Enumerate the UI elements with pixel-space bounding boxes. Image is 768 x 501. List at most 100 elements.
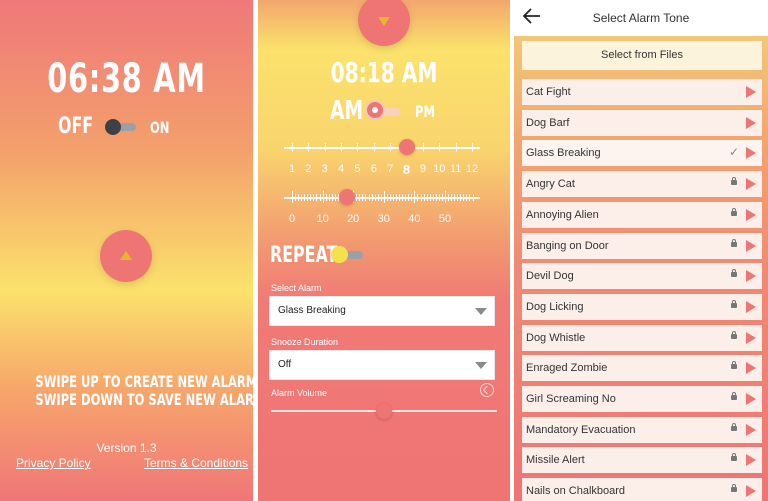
- minute-tick: [399, 194, 401, 201]
- play-icon[interactable]: [746, 116, 756, 129]
- minute-tick-label: 10: [316, 213, 329, 225]
- hour-tick: [472, 143, 473, 152]
- tone-list-item[interactable]: Banging on Door: [522, 232, 762, 259]
- chevron-down-icon: [475, 308, 487, 315]
- lock-icon: [731, 330, 737, 339]
- minute-tick: [414, 191, 416, 203]
- minute-tick: [426, 194, 428, 201]
- minute-tick: [368, 194, 370, 201]
- alarm-on-off-toggle-row: OFF ON: [0, 114, 253, 140]
- lock-icon: [731, 269, 737, 278]
- tone-name: Annoying Alien: [526, 208, 599, 221]
- chevron-down-icon: [475, 362, 487, 369]
- play-icon[interactable]: [746, 208, 756, 221]
- alarm-home-screen: 06:38 AM OFF ON SWIPE UP TO CREATE NEW A…: [0, 0, 253, 501]
- tone-list-item[interactable]: Glass Breaking ✓: [522, 140, 762, 167]
- play-icon[interactable]: [746, 423, 756, 436]
- alarm-volume-label: Alarm Volume: [271, 388, 328, 398]
- play-icon[interactable]: [746, 485, 756, 498]
- minute-tick: [448, 194, 450, 201]
- chevron-down-icon: [378, 17, 390, 26]
- tone-list-item[interactable]: Nails on Chalkboard: [522, 478, 762, 501]
- minute-tick: [295, 194, 297, 201]
- alarm-toggle-knob[interactable]: [105, 119, 121, 135]
- tone-list-item[interactable]: Dog Whistle: [522, 324, 762, 351]
- hour-tick: [455, 143, 457, 152]
- swipe-down-button[interactable]: [358, 0, 410, 46]
- play-icon[interactable]: [746, 270, 756, 283]
- lock-icon: [731, 177, 737, 186]
- tone-list-item[interactable]: Girl Screaming No: [522, 386, 762, 412]
- minute-tick: [362, 194, 364, 201]
- minute-tick-label: 40: [408, 213, 421, 225]
- minute-tick: [325, 194, 327, 201]
- snooze-duration-dropdown[interactable]: Off: [269, 350, 495, 380]
- minute-tick: [429, 194, 431, 201]
- play-icon[interactable]: [746, 86, 756, 98]
- am-pm-toggle-knob[interactable]: [365, 100, 385, 120]
- swipe-up-hint: SWIPE UP TO CREATE NEW ALARM: [35, 372, 253, 391]
- tone-name: Nails on Chalkboard: [526, 485, 626, 498]
- repeat-toggle-knob[interactable]: [331, 246, 348, 263]
- app-version: Version 1.3: [96, 441, 157, 455]
- hour-tick: [357, 143, 359, 152]
- play-icon[interactable]: [746, 300, 756, 313]
- snooze-duration-label: Snooze Duration: [271, 337, 339, 347]
- tone-list-item[interactable]: Cat Fight: [522, 79, 762, 105]
- minute-tick: [389, 194, 391, 201]
- privacy-policy-link[interactable]: Privacy Policy: [16, 456, 91, 470]
- alarm-time-display: 08:18 AM: [330, 56, 438, 89]
- tone-list-item[interactable]: Mandatory Evacuation: [522, 416, 762, 443]
- select-from-files-button[interactable]: Select from Files: [522, 41, 762, 70]
- minute-tick: [466, 194, 468, 201]
- tone-list-item[interactable]: Annoying Alien: [522, 201, 762, 228]
- minute-tick: [298, 194, 300, 201]
- swipe-down-hint: SWIPE DOWN TO SAVE NEW ALARM: [35, 390, 253, 409]
- chevron-up-icon: [120, 251, 132, 260]
- tone-list-item[interactable]: Enraged Zombie: [522, 355, 762, 382]
- terms-conditions-link[interactable]: Terms & Conditions: [144, 456, 248, 470]
- tone-list-item[interactable]: Dog Licking: [522, 293, 762, 320]
- play-icon[interactable]: [746, 454, 756, 467]
- snooze-duration-value: Off: [278, 359, 292, 370]
- select-alarm-tone-screen: Select Alarm Tone Select from Files Cat …: [514, 0, 768, 501]
- minute-tick: [319, 194, 321, 201]
- hour-slider-track[interactable]: [284, 147, 480, 149]
- play-icon[interactable]: [746, 239, 756, 252]
- current-alarm-time: 06:38 AM: [47, 56, 206, 102]
- tone-name: Dog Licking: [526, 300, 584, 313]
- hour-tick: [422, 143, 424, 152]
- hour-slider-thumb[interactable]: [398, 139, 415, 155]
- select-alarm-label: Select Alarm: [271, 283, 322, 293]
- minute-tick: [411, 194, 413, 201]
- lock-icon: [731, 207, 737, 216]
- minute-tick: [374, 194, 376, 201]
- minute-tick: [316, 194, 318, 201]
- off-label: OFF: [58, 114, 94, 139]
- minute-tick: [371, 194, 373, 201]
- play-icon[interactable]: [746, 331, 756, 344]
- hour-tick: [324, 143, 326, 152]
- tone-list-item[interactable]: Missile Alert: [522, 447, 762, 474]
- minute-tick: [457, 194, 459, 201]
- tone-list-item[interactable]: Dog Barf: [522, 109, 762, 136]
- minute-tick: [438, 194, 440, 201]
- select-alarm-dropdown[interactable]: Glass Breaking: [269, 296, 495, 326]
- play-icon[interactable]: [746, 178, 756, 191]
- hour-tick-label: 12: [465, 163, 479, 175]
- tone-list-item[interactable]: Devil Dog: [522, 263, 762, 290]
- volume-slider-thumb[interactable]: [376, 403, 392, 419]
- minute-tick: [432, 194, 434, 201]
- play-icon[interactable]: [746, 362, 756, 375]
- play-icon[interactable]: [746, 393, 756, 405]
- swipe-up-button[interactable]: [100, 230, 152, 282]
- lock-icon: [731, 484, 737, 493]
- minute-slider-thumb[interactable]: [339, 189, 356, 205]
- minute-tick: [392, 194, 394, 201]
- tone-name: Cat Fight: [526, 86, 571, 98]
- play-icon[interactable]: [746, 147, 756, 160]
- minute-tick: [322, 191, 324, 203]
- minute-tick: [307, 194, 309, 201]
- tone-list-item[interactable]: Angry Cat: [522, 171, 762, 198]
- tone-name: Enraged Zombie: [526, 362, 608, 375]
